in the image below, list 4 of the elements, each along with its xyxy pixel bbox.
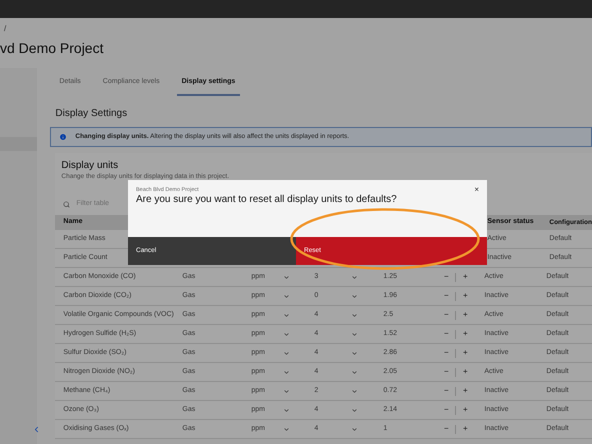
modal-heading: Are you sure you want to reset all display units to defaults?: [136, 194, 398, 206]
card-title: Display units: [60, 159, 120, 173]
section-title: Display Settings: [55, 107, 128, 121]
project-title: vd Demo Project: [0, 39, 104, 58]
